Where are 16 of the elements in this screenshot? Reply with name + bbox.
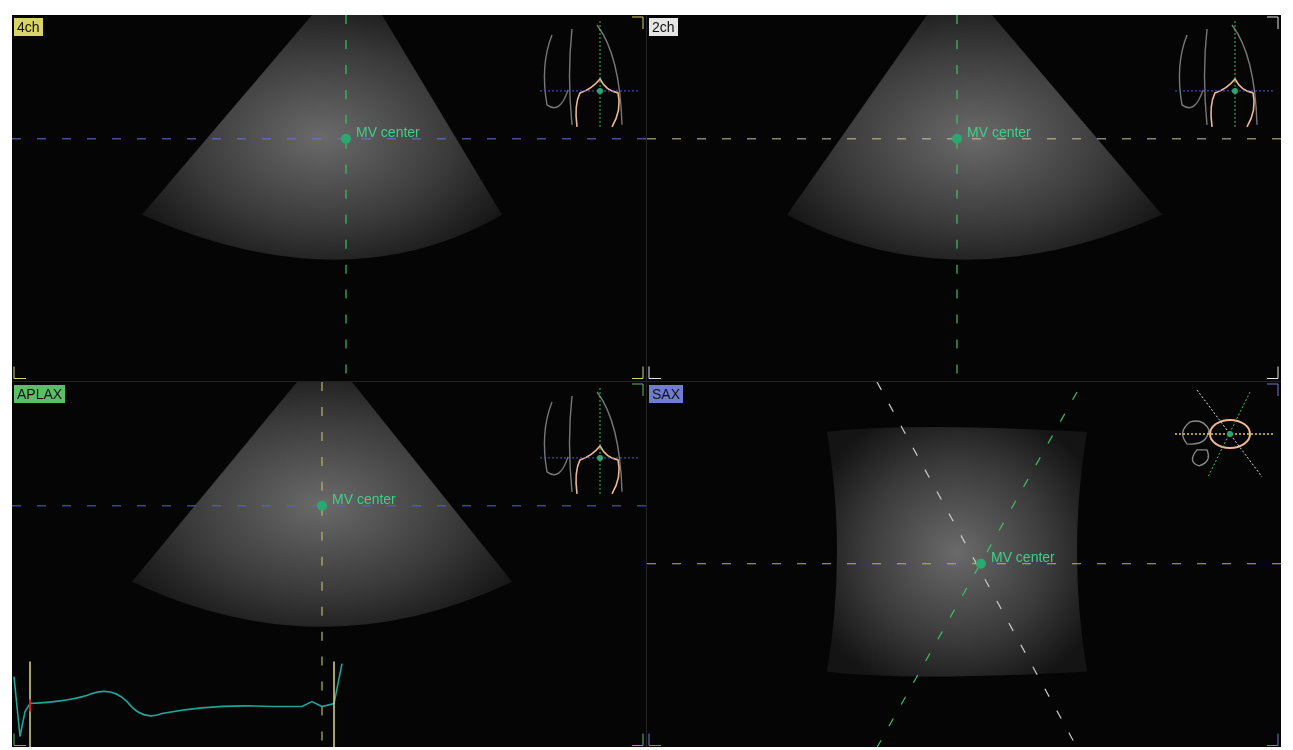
marker-label: MV center — [967, 123, 1031, 140]
marker-dot-icon[interactable] — [317, 500, 327, 511]
view-label[interactable]: 2ch — [649, 18, 678, 36]
heart-diagram-icon — [1174, 20, 1274, 130]
heart-diagram-icon — [539, 387, 639, 496]
marker-dot-icon[interactable] — [976, 558, 986, 569]
view-label[interactable]: APLAX — [14, 384, 66, 403]
view-label[interactable]: 4ch — [14, 18, 43, 36]
view-label[interactable]: SAX — [649, 384, 683, 403]
heart-diagram-icon — [1174, 389, 1276, 477]
marker-dot-icon[interactable] — [952, 133, 962, 144]
marker-label: MV center — [991, 548, 1055, 565]
marker-label: MV center — [356, 123, 420, 140]
marker-dot-icon[interactable] — [341, 133, 351, 144]
marker-label: MV center — [332, 490, 396, 507]
heart-diagram-icon — [539, 20, 639, 130]
